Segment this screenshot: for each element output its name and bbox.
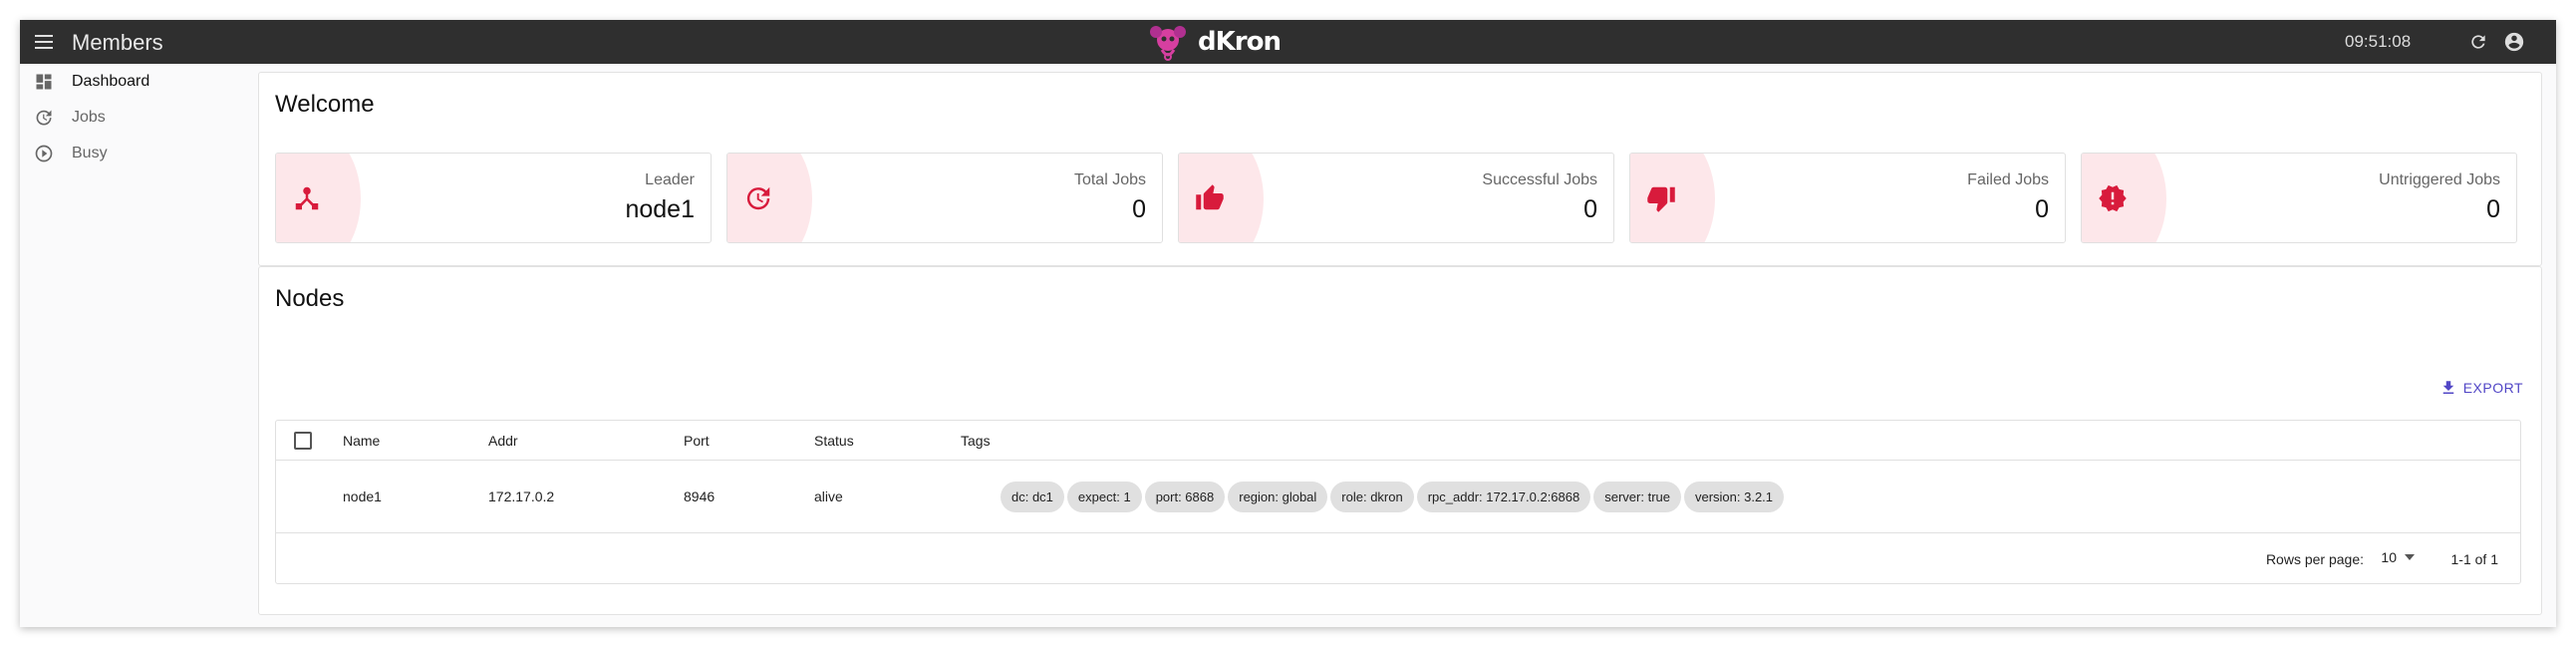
table-pagination: Rows per page: 10 1-1 of 1 [276, 533, 2520, 583]
column-header-port[interactable]: Port [684, 433, 710, 449]
account-circle-icon[interactable] [2500, 28, 2528, 56]
stat-value: 0 [1132, 195, 1146, 223]
dashboard-icon [36, 74, 52, 90]
pagination-range: 1-1 of 1 [2450, 551, 2498, 567]
stat-value: 0 [1583, 195, 1597, 223]
stat-card-untriggered-jobs: Untriggered Jobs 0 [2081, 153, 2517, 243]
clock: 09:51:08 [2345, 32, 2412, 51]
stat-card-total-jobs: Total Jobs 0 [726, 153, 1163, 243]
thumb-up-icon [1196, 184, 1224, 210]
cell-name: node1 [343, 488, 382, 504]
tag-chip: port: 6868 [1144, 482, 1226, 512]
download-icon [2442, 381, 2453, 394]
nodes-card: Nodes EXPORT Name Addr Port Status Tags … [258, 266, 2542, 615]
refresh-icon[interactable] [2464, 28, 2492, 56]
sidebar-item-busy[interactable]: Busy [20, 136, 259, 171]
dkron-logo: dKron [1146, 20, 1282, 64]
cell-status: alive [814, 488, 843, 504]
stat-value: node1 [625, 195, 695, 223]
stat-card-failed-jobs: Failed Jobs 0 [1629, 153, 2066, 243]
sidebar-item-label: Dashboard [72, 73, 150, 90]
arrow-drop-down-icon [2405, 554, 2415, 560]
tag-chip: server: true [1593, 482, 1681, 512]
select-all-checkbox[interactable] [294, 432, 312, 450]
tag-chip: role: dkron [1330, 482, 1414, 512]
logo-text: dKron [1198, 27, 1282, 57]
stat-label: Total Jobs [1073, 171, 1146, 188]
tag-chip: expect: 1 [1066, 482, 1142, 512]
cell-addr: 172.17.0.2 [488, 488, 555, 504]
export-button[interactable]: EXPORT [2439, 379, 2523, 397]
app-window: Members dKron 09:51:08 Dashboard Jobs Bu… [20, 20, 2556, 627]
stat-label: Successful Jobs [1482, 171, 1597, 188]
sidebar-item-label: Busy [72, 145, 108, 162]
export-label: EXPORT [2462, 380, 2523, 396]
stat-value: 0 [2035, 195, 2049, 223]
nodes-table: Name Addr Port Status Tags node1 172.17.… [275, 420, 2521, 584]
stat-label: Failed Jobs [1967, 171, 2049, 188]
column-header-addr[interactable]: Addr [488, 433, 518, 449]
thumb-down-icon [1647, 186, 1675, 212]
device-hub-icon [295, 186, 319, 210]
stat-value: 0 [2486, 195, 2500, 223]
table-row[interactable]: node1 172.17.0.2 8946 alive dc: dc1 expe… [276, 461, 2520, 533]
stat-label: Untriggered Jobs [2379, 171, 2500, 188]
nodes-title: Nodes [275, 285, 345, 312]
welcome-card: Welcome Leader node1 Total Jobs 0 Succes… [258, 72, 2542, 266]
rows-per-page-select[interactable]: 10 [2381, 549, 2415, 565]
rows-per-page-value: 10 [2381, 549, 2397, 565]
page-title: Members [72, 30, 163, 55]
sidebar-item-label: Jobs [72, 109, 106, 126]
tag-chip: dc: dc1 [1001, 482, 1064, 512]
app-bar: Members dKron 09:51:08 [20, 20, 2556, 64]
logo-mascot-icon [1150, 26, 1186, 61]
tag-chip: region: global [1228, 482, 1328, 512]
stat-label: Leader [645, 171, 695, 188]
sidebar-item-jobs[interactable]: Jobs [20, 100, 259, 136]
update-icon [746, 186, 770, 210]
table-header: Name Addr Port Status Tags [276, 421, 2520, 461]
tag-chip: rpc_addr: 172.17.0.2:6868 [1416, 482, 1591, 512]
cell-tags: dc: dc1 expect: 1 port: 6868 region: glo… [1001, 482, 1785, 512]
column-header-status[interactable]: Status [814, 433, 854, 449]
rows-per-page-label: Rows per page: [2265, 551, 2364, 567]
cell-port: 8946 [684, 488, 716, 504]
welcome-title: Welcome [275, 91, 375, 118]
column-header-tags[interactable]: Tags [961, 433, 991, 449]
menu-icon[interactable] [30, 28, 58, 56]
play-circle-icon [35, 145, 53, 162]
stat-card-leader: Leader node1 [275, 153, 712, 243]
column-header-name[interactable]: Name [343, 433, 380, 449]
tag-chip: version: 3.2.1 [1683, 482, 1785, 512]
sidebar-item-dashboard[interactable]: Dashboard [20, 64, 259, 100]
sidebar: Dashboard Jobs Busy [20, 64, 259, 627]
new-releases-icon [2099, 184, 2127, 212]
update-icon [36, 110, 52, 126]
stat-card-successful-jobs: Successful Jobs 0 [1178, 153, 1614, 243]
